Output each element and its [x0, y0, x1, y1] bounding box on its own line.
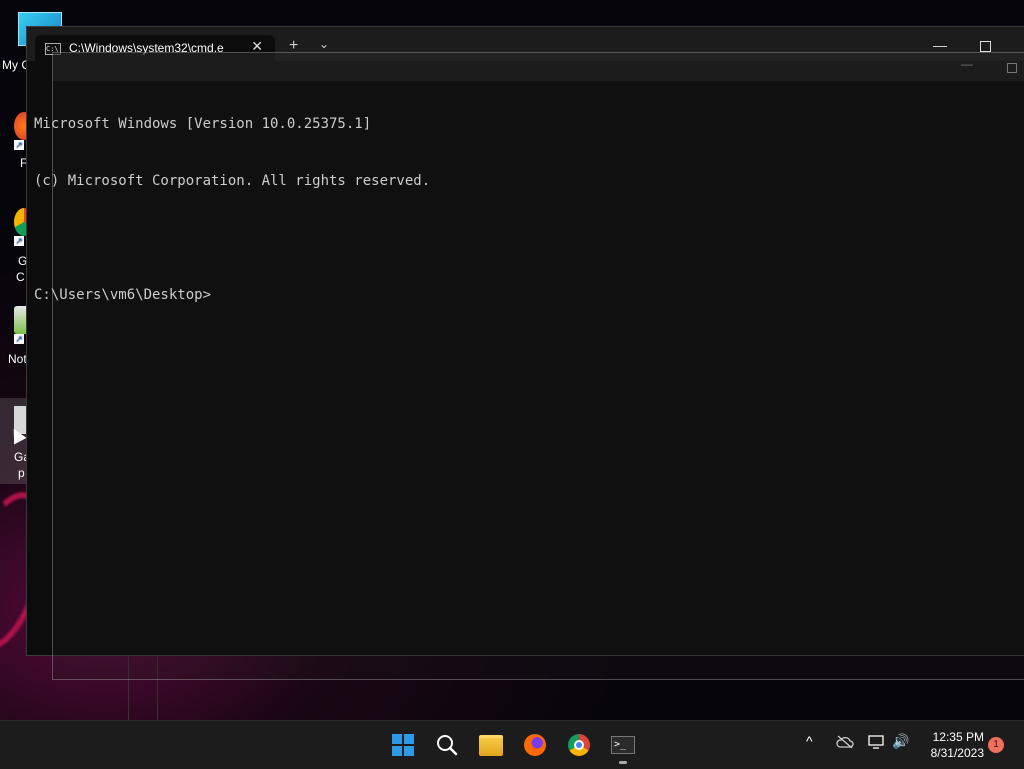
clock-date: 8/31/2023 [930, 746, 984, 760]
onedrive-icon[interactable] [836, 735, 854, 749]
firefox-button[interactable] [519, 729, 551, 761]
windows-logo-icon [391, 733, 415, 757]
shortcut-arrow-icon: ↗ [14, 334, 24, 344]
clock-time: 12:35 PM [932, 730, 984, 744]
clock[interactable]: 12:35 PM 8/31/2023 [920, 729, 984, 761]
shortcut-arrow-icon: ↗ [14, 236, 24, 246]
desktop-icon-label: C [16, 270, 25, 284]
terminal-button[interactable]: >_ [607, 729, 639, 761]
file-explorer-button[interactable] [475, 729, 507, 761]
folder-icon [479, 734, 503, 756]
ghost-maximize-button [1007, 63, 1017, 73]
taskbar: >_ ^ 🔊 12:35 PM 8/31/2023 1 [0, 720, 1024, 769]
ghost-minimize-button: — [961, 57, 973, 71]
notification-badge[interactable]: 1 [988, 737, 1004, 753]
start-button[interactable] [387, 729, 419, 761]
desktop-icon-label: Not [8, 352, 27, 366]
volume-icon[interactable]: 🔊 [892, 733, 909, 750]
search-button[interactable] [431, 729, 463, 761]
maximize-button[interactable] [980, 41, 991, 52]
show-hidden-icons-button[interactable]: ^ [806, 733, 813, 749]
minimize-button[interactable]: — [933, 37, 947, 53]
chrome-button[interactable] [563, 729, 595, 761]
shortcut-arrow-icon: ↗ [14, 140, 24, 150]
console-output[interactable]: Microsoft Windows [Version 10.0.25375.1]… [34, 77, 430, 324]
console-prompt[interactable]: C:\Users\vm6\Desktop> [34, 286, 430, 305]
running-app-indicator [619, 761, 627, 764]
tab-dropdown-button[interactable]: ⌄ [319, 37, 329, 51]
desktop-icon-label: p [18, 466, 25, 480]
console-line: Microsoft Windows [Version 10.0.25375.1] [34, 116, 372, 132]
network-icon[interactable] [868, 735, 886, 749]
firefox-icon [524, 734, 546, 756]
console-line: (c) Microsoft Corporation. All rights re… [34, 173, 431, 189]
search-icon [437, 735, 458, 756]
chrome-icon [568, 734, 590, 756]
terminal-icon: >_ [611, 736, 635, 754]
